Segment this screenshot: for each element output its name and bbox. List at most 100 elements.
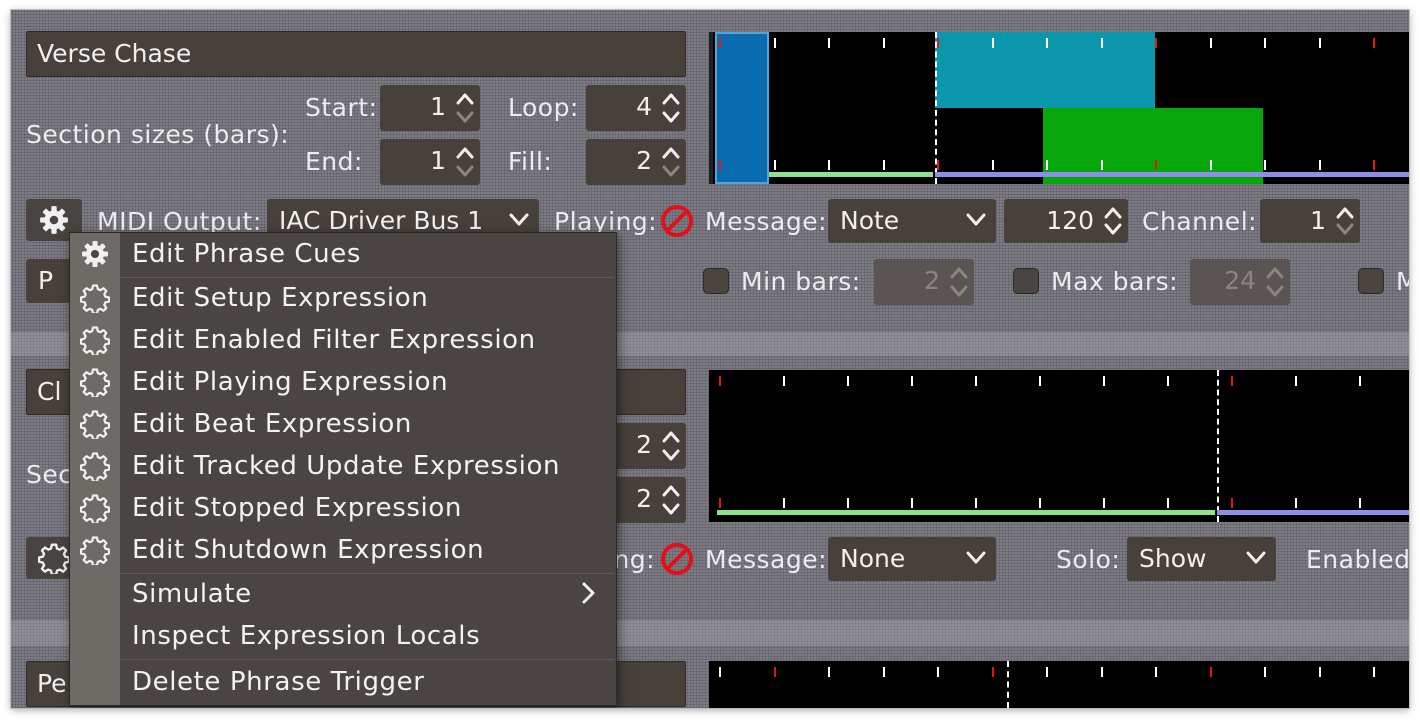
stepper-down-icon[interactable] <box>662 503 680 517</box>
stepper-down-icon[interactable] <box>662 165 680 179</box>
menu-item-edit-setup-expression[interactable]: Edit Setup Expression <box>70 279 616 321</box>
note-value: 120 <box>1046 206 1094 235</box>
beat-tick <box>847 376 849 386</box>
menu-item-label: Edit Tracked Update Expression <box>132 451 561 481</box>
beat-tick <box>975 498 977 508</box>
channel-stepper[interactable]: 1 <box>1260 199 1360 243</box>
fill-label: Fill: <box>508 147 553 176</box>
stepper-up-icon[interactable] <box>950 265 968 279</box>
chevron-right-icon <box>580 581 598 605</box>
note-stepper[interactable]: 120 <box>1004 199 1128 243</box>
extra-checkbox[interactable] <box>1358 268 1384 294</box>
chevron-down-icon <box>509 213 529 227</box>
enabled-label: Enabled: <box>1306 545 1409 574</box>
beat-tick <box>991 160 994 170</box>
beat-tick <box>1100 38 1103 48</box>
beat-tick <box>1318 160 1321 170</box>
beat-tick <box>911 498 913 508</box>
end-bars-stepper[interactable]: 1 <box>380 139 480 185</box>
beat-tick <box>783 376 785 386</box>
loop-bars-stepper[interactable]: 4 <box>586 85 686 131</box>
stepper-up-icon[interactable] <box>456 91 474 105</box>
beat-tick <box>1155 160 1157 170</box>
stepper-up-icon[interactable] <box>1104 205 1122 219</box>
beat-ticks <box>709 661 1409 708</box>
stepper-up-icon[interactable] <box>662 483 680 497</box>
message-select[interactable]: None <box>828 537 996 581</box>
stepper-down-icon[interactable] <box>662 449 680 463</box>
stepper-down-icon[interactable] <box>1336 223 1354 237</box>
message-value: Note <box>840 206 900 235</box>
beat-tick <box>991 667 994 677</box>
stepper-down-icon[interactable] <box>456 111 474 125</box>
menu-item-edit-tracked-update-expression[interactable]: Edit Tracked Update Expression <box>70 447 616 489</box>
beat-tick <box>847 498 849 508</box>
beat-tick <box>1209 160 1212 170</box>
menu-item-edit-shutdown-expression[interactable]: Edit Shutdown Expression <box>70 531 616 573</box>
start-bars-stepper[interactable]: 1 <box>380 85 480 131</box>
fill-bars-stepper[interactable]: 2 <box>586 139 686 185</box>
menu-item-edit-enabled-filter-expression[interactable]: Edit Enabled Filter Expression <box>70 321 616 363</box>
min-bars-stepper[interactable]: 2 <box>874 259 974 305</box>
beat-tick <box>828 667 830 677</box>
not-playing-icon <box>659 541 695 577</box>
chevron-down-icon <box>966 551 986 565</box>
stepper-up-icon[interactable] <box>662 145 680 159</box>
message-label: Message: <box>705 207 827 236</box>
max-bars-checkbox[interactable] <box>1013 268 1039 294</box>
loop-bars-value: 4 <box>636 92 652 121</box>
beat-tick <box>991 38 994 48</box>
stepper-up-icon[interactable] <box>662 91 680 105</box>
menu-item-edit-playing-expression[interactable]: Edit Playing Expression <box>70 363 616 405</box>
stepper-down-icon[interactable] <box>662 111 680 125</box>
stepper-down-icon[interactable] <box>1104 223 1122 237</box>
menu-separator <box>120 573 614 574</box>
min-bars-label: Min bars: <box>741 267 861 296</box>
stepper-down-icon[interactable] <box>950 285 968 299</box>
beat-tick <box>1167 498 1169 508</box>
trigger-name-field[interactable]: Verse Chase <box>26 31 686 77</box>
phrase-timeline-1[interactable] <box>709 32 1409 184</box>
beat-tick <box>1373 667 1375 677</box>
solo-select[interactable]: Show <box>1127 537 1276 581</box>
stepper-up-icon[interactable] <box>456 145 474 159</box>
beat-tick <box>773 38 776 48</box>
loop-label: Loop: <box>508 93 579 122</box>
stepper-up-icon[interactable] <box>662 429 680 443</box>
context-menu: Edit Phrase Cues Edit Setup Expression E… <box>69 232 617 706</box>
beat-tick <box>719 498 721 508</box>
beat-tick <box>1295 498 1297 508</box>
min-bars-checkbox[interactable] <box>703 268 729 294</box>
beat-tick <box>1103 498 1105 508</box>
menu-item-edit-stopped-expression[interactable]: Edit Stopped Expression <box>70 489 616 531</box>
fill-bars-value: 2 <box>636 484 652 513</box>
phrase-timeline-2[interactable] <box>709 370 1409 522</box>
beat-tick <box>1231 498 1233 508</box>
section-sizes-label: Sec <box>26 460 73 489</box>
menu-item-label: Edit Stopped Expression <box>132 493 462 523</box>
menu-item-label: Edit Playing Expression <box>132 367 449 397</box>
menu-item-simulate[interactable]: Simulate <box>70 575 616 617</box>
beat-tick <box>975 376 977 386</box>
max-bars-stepper[interactable]: 24 <box>1190 259 1290 305</box>
message-select[interactable]: Note <box>828 199 996 243</box>
end-label: End: <box>305 147 363 176</box>
beat-tick <box>882 160 885 170</box>
beat-tick <box>1373 38 1375 48</box>
stepper-down-icon[interactable] <box>456 165 474 179</box>
menu-item-inspect-expression-locals[interactable]: Inspect Expression Locals <box>70 617 616 659</box>
gear-outline-icon <box>80 367 110 397</box>
end-bars-value: 1 <box>430 146 446 175</box>
stepper-down-icon[interactable] <box>1266 285 1284 299</box>
menu-item-edit-beat-expression[interactable]: Edit Beat Expression <box>70 405 616 447</box>
menu-item-delete-phrase-trigger[interactable]: Delete Phrase Trigger <box>70 663 616 705</box>
beat-tick <box>773 160 776 170</box>
section-sizes-label: Section sizes (bars): <box>26 120 290 149</box>
beat-tick <box>828 38 830 48</box>
stepper-up-icon[interactable] <box>1336 205 1354 219</box>
phrase-timeline-3[interactable] <box>709 661 1409 708</box>
menu-item-label: Edit Shutdown Expression <box>132 535 485 565</box>
beat-tick <box>1318 38 1321 48</box>
stepper-up-icon[interactable] <box>1266 265 1284 279</box>
menu-item-edit-phrase-cues[interactable]: Edit Phrase Cues <box>70 235 616 277</box>
